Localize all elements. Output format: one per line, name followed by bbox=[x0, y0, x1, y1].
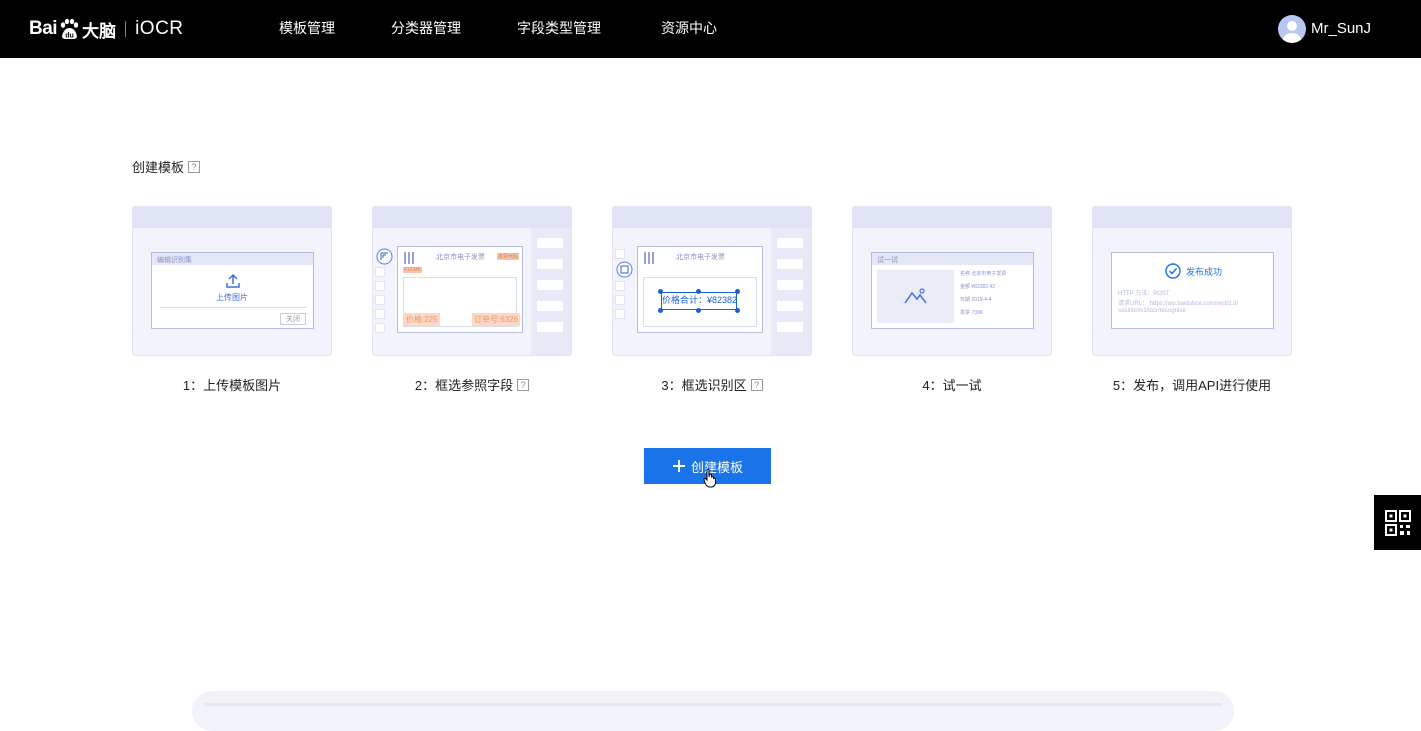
card-side-column bbox=[531, 228, 571, 355]
upload-dialog-title: 编辑识别集 bbox=[157, 257, 192, 264]
close-button-preview: 关闭 bbox=[280, 313, 306, 325]
top-bar: Bai du 大脑 iOCR 模板管理 分类器管理 字段类型管理 资源中心 Mr… bbox=[0, 0, 1421, 58]
card-header-bar bbox=[853, 207, 1051, 228]
step-label-3-text: 3：框选识别区 bbox=[661, 378, 747, 393]
avatar[interactable] bbox=[1278, 14, 1306, 43]
logo-daonao-text: 大脑 bbox=[82, 21, 117, 41]
logo-bai-text: Bai bbox=[29, 18, 58, 39]
logo-du-text: du bbox=[65, 33, 74, 40]
card-header-bar bbox=[133, 207, 331, 228]
bottom-panel bbox=[192, 691, 1234, 731]
invoice-doc-title: 北京市电子发票 bbox=[676, 254, 725, 261]
result-row-2: 金额 ¥82382.42 bbox=[960, 284, 996, 290]
upload-icon bbox=[226, 273, 240, 288]
select-tool-icon bbox=[376, 248, 393, 265]
section-title-text: 创建模板 bbox=[132, 160, 185, 175]
step-card-try: 试一试 名称 北京市电子发票 金额 ¥82382.42 日期 2019-4-4 … bbox=[852, 206, 1052, 356]
user-menu[interactable]: Mr_SunJ bbox=[1278, 14, 1371, 43]
help-icon[interactable]: ? bbox=[750, 378, 763, 391]
result-row-1: 名称 北京市电子发票 bbox=[960, 271, 1007, 277]
user-name: Mr_SunJ bbox=[1311, 20, 1372, 37]
user-avatar-icon bbox=[1283, 20, 1301, 43]
nav-resource-center[interactable]: 资源中心 bbox=[661, 18, 717, 38]
publish-line-3: solution/v1/iocr/recognise bbox=[1118, 308, 1186, 314]
try-panel-preview: 试一试 名称 北京市电子发票 金额 ¥82382.42 日期 2019-4-4 … bbox=[871, 252, 1034, 329]
card-header-bar bbox=[1093, 207, 1291, 228]
card-side-column bbox=[771, 228, 811, 355]
paw-icon: du bbox=[58, 18, 80, 40]
highlight-tag-right: 发票代码 bbox=[497, 253, 520, 260]
section-title: 创建模板 ? bbox=[132, 157, 201, 176]
step-label-4-text: 4：试一试 bbox=[922, 378, 982, 393]
result-row-4: 发票 7396 bbox=[960, 310, 983, 316]
highlight-field-order: 订单号:6326 bbox=[472, 313, 521, 326]
step-card-reference-fields: 北京市电子发票 ¥12345 发票代码 价格:225 订单号:6326 bbox=[372, 206, 572, 356]
nav-template-management[interactable]: 模板管理 bbox=[279, 18, 335, 38]
step-card-publish: 发布成功 HTTP 方法：POST 请求URL： https://aip.bai… bbox=[1092, 206, 1292, 356]
step-label-2: 2：框选参照字段 ? bbox=[372, 375, 572, 394]
highlight-tag-left: ¥12345 bbox=[403, 267, 422, 273]
logo-product-text: iOCR bbox=[135, 18, 184, 39]
step-label-5: 5：发布，调用API进行使用 bbox=[1092, 375, 1292, 394]
nav-field-type-management[interactable]: 字段类型管理 bbox=[517, 18, 601, 38]
bottom-panel-inner bbox=[204, 703, 1222, 706]
image-icon bbox=[904, 288, 927, 304]
step-card-recognition-area: 北京市电子发票 价格合计：¥82382 bbox=[612, 206, 812, 356]
card-header-bar bbox=[373, 207, 571, 228]
step-label-1: 1：上传模板图片 bbox=[132, 375, 332, 394]
try-panel-title: 试一试 bbox=[877, 257, 898, 264]
invoice-preview: 北京市电子发票 价格合计：¥82382 bbox=[637, 246, 763, 333]
hand-cursor-icon bbox=[703, 468, 716, 488]
plus-icon bbox=[672, 460, 685, 472]
check-circle-icon bbox=[1165, 263, 1181, 279]
publish-line-1: HTTP 方法：POST bbox=[1118, 291, 1170, 297]
logo-divider bbox=[125, 21, 127, 37]
step-label-5-text: 5：发布，调用API进行使用 bbox=[1112, 378, 1272, 393]
publish-line-2: 请求URL： https://aip.baidubce.com/rest/2.0… bbox=[1118, 301, 1239, 307]
step-label-3: 3：框选识别区 ? bbox=[612, 375, 812, 394]
crop-tool-icon bbox=[616, 261, 633, 278]
baidu-brain-logo[interactable]: Bai du 大脑 iOCR bbox=[29, 14, 184, 44]
qr-code-float-button[interactable] bbox=[1374, 495, 1421, 550]
publish-success-text: 发布成功 bbox=[1186, 267, 1223, 277]
card-header-bar bbox=[613, 207, 811, 228]
invoice-doc-title: 北京市电子发票 bbox=[436, 254, 485, 261]
help-icon[interactable]: ? bbox=[517, 378, 530, 391]
highlight-field-price: 价格:225 bbox=[404, 313, 440, 326]
upload-dialog-preview: 编辑识别集 上传图片 关闭 bbox=[151, 252, 314, 329]
result-row-3: 日期 2019-4-4 bbox=[960, 297, 992, 303]
upload-text: 上传图片 bbox=[216, 293, 248, 302]
step-label-4: 4：试一试 bbox=[852, 375, 1052, 394]
step-label-2-text: 2：框选参照字段 bbox=[414, 378, 514, 393]
help-icon[interactable]: ? bbox=[188, 160, 201, 173]
qr-code-icon bbox=[1384, 509, 1411, 536]
publish-panel-preview: 发布成功 HTTP 方法：POST 请求URL： https://aip.bai… bbox=[1111, 252, 1274, 329]
invoice-preview: 北京市电子发票 ¥12345 发票代码 价格:225 订单号:6326 bbox=[397, 246, 523, 333]
step-card-upload: 编辑识别集 上传图片 关闭 bbox=[132, 206, 332, 356]
step-label-1-text: 1：上传模板图片 bbox=[182, 378, 282, 393]
nav-classifier-management[interactable]: 分类器管理 bbox=[391, 18, 461, 38]
